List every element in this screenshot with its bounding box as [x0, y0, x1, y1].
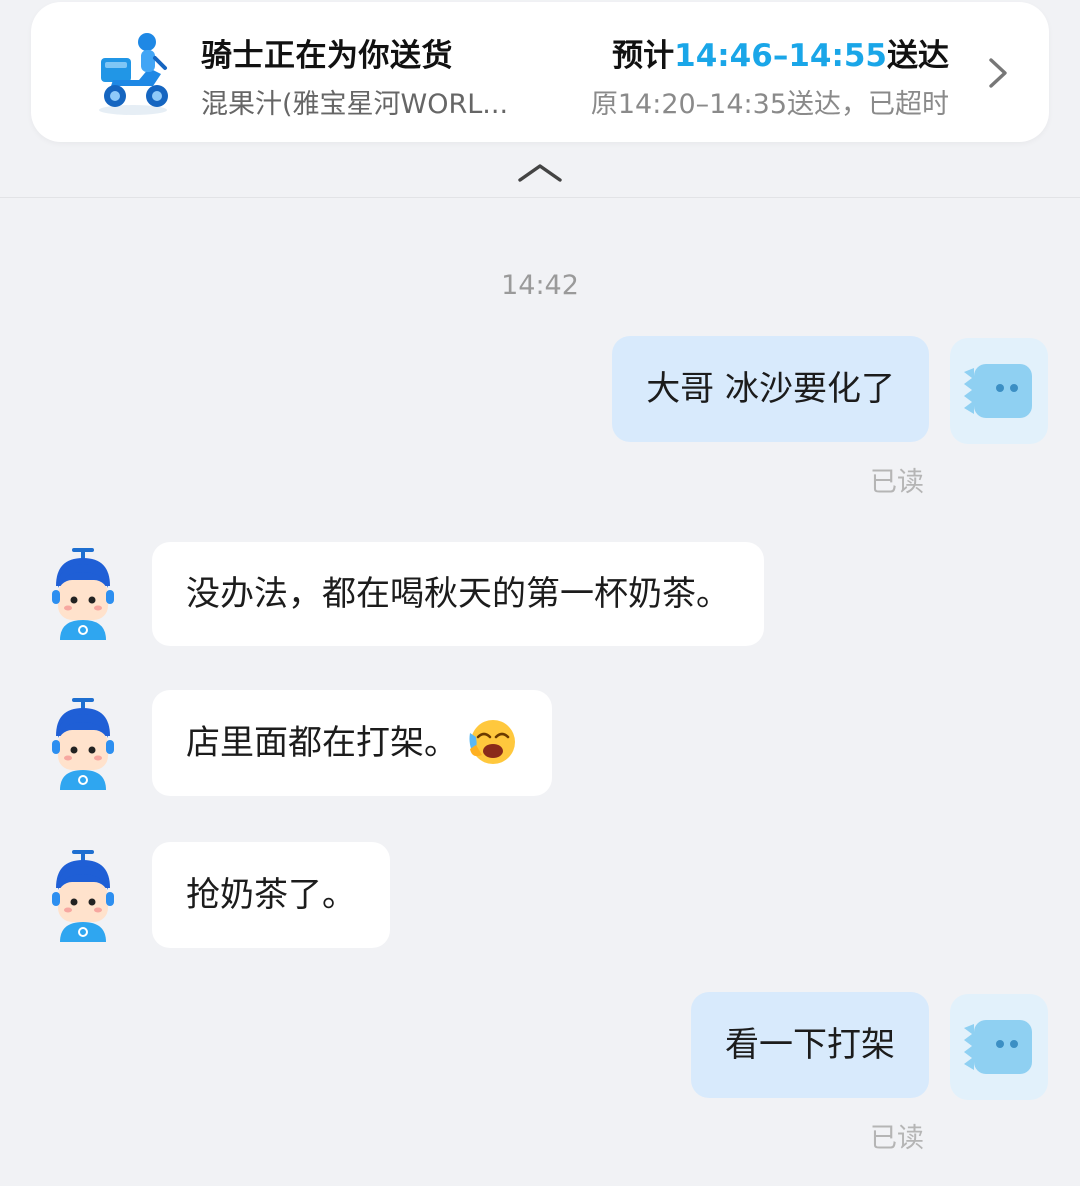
delivery-scooter-icon [99, 33, 168, 115]
eta-time: 14:46–14:55 [674, 38, 887, 74]
incoming-message[interactable]: 抢奶茶了。 [152, 842, 390, 948]
chevron-right-icon[interactable] [985, 54, 1011, 92]
rider-avatar-icon [52, 850, 114, 942]
rider-avatar-icon [52, 548, 114, 640]
rider-avatar-icon [52, 698, 114, 790]
user-avatar-icon [964, 364, 1032, 418]
rider-avatar[interactable] [34, 542, 132, 648]
original-eta-overdue: 原14:20–14:35送达，已超时 [590, 89, 949, 120]
delivery-status-area: 骑士正在为你送货 混果汁(雅宝星河WORL... 预计14:46–14:55送达… [0, 0, 1080, 198]
user-avatar[interactable] [950, 338, 1048, 444]
message-text: 店里面都在打架。 [186, 723, 458, 763]
delivery-status-title: 骑士正在为你送货 [201, 38, 453, 74]
user-avatar-icon [964, 1020, 1032, 1074]
incoming-message[interactable]: 店里面都在打架。 [152, 690, 552, 796]
delivery-status-card[interactable]: 骑士正在为你送货 混果汁(雅宝星河WORL... 预计14:46–14:55送达… [31, 2, 1049, 142]
crying-face-emoji [469, 719, 515, 764]
user-avatar[interactable] [950, 994, 1048, 1100]
collapse-arrow-icon[interactable] [516, 160, 564, 184]
outgoing-message[interactable]: 大哥 冰沙要化了 [612, 336, 929, 442]
read-receipt: 已读 [870, 1123, 924, 1154]
incoming-message[interactable]: 没办法，都在喝秋天的第一杯奶茶。 [152, 542, 764, 646]
estimated-arrival: 预计14:46–14:55送达 [612, 30, 949, 75]
eta-prefix: 预计 [612, 38, 675, 74]
rider-avatar[interactable] [34, 844, 132, 950]
eta-suffix: 送达 [887, 38, 949, 74]
shop-name: 混果汁(雅宝星河WORL... [201, 89, 509, 120]
read-receipt: 已读 [870, 467, 924, 498]
chat-timestamp: 14:42 [501, 270, 579, 301]
rider-avatar[interactable] [34, 692, 132, 798]
outgoing-message[interactable]: 看一下打架 [691, 992, 929, 1098]
